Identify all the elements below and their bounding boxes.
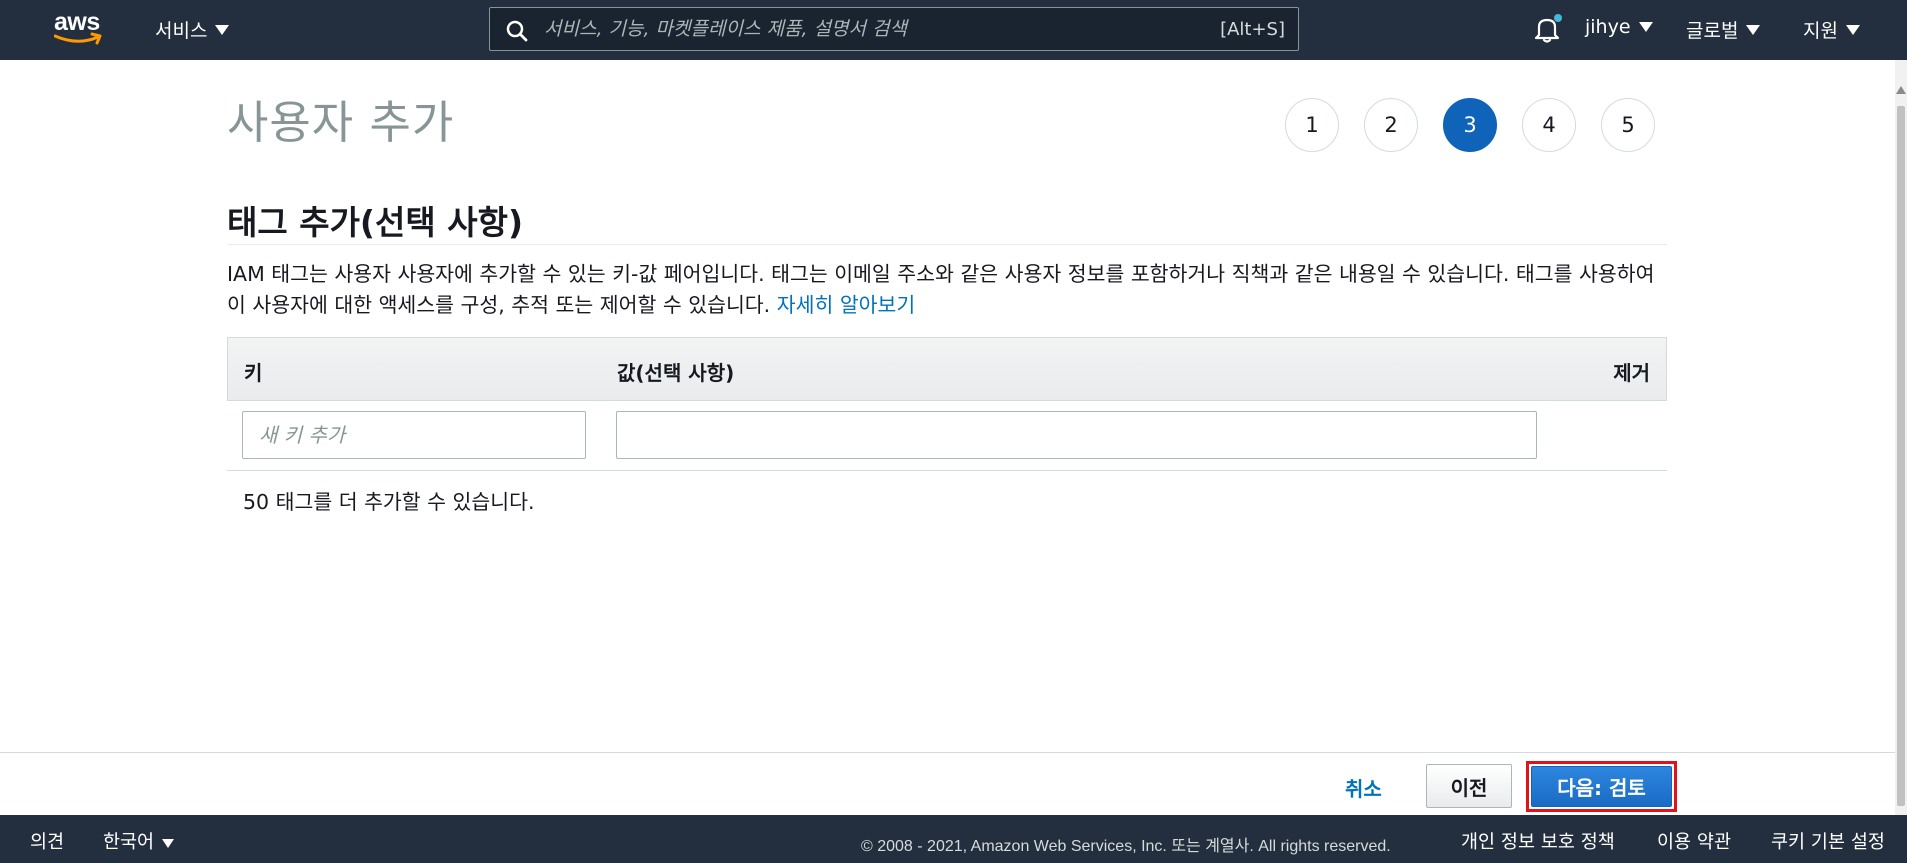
support-menu-label: 지원 xyxy=(1803,20,1838,42)
chevron-down-icon xyxy=(1638,22,1653,32)
value-input[interactable] xyxy=(616,411,1537,459)
tag-table-header: 키 값(선택 사항) 제거 xyxy=(227,337,1667,401)
page-scrollbar[interactable] xyxy=(1895,60,1907,815)
wizard-action-bar: 취소 이전 다음: 검토 xyxy=(0,752,1895,815)
aws-smile-icon xyxy=(54,32,102,45)
previous-button[interactable]: 이전 xyxy=(1426,764,1512,808)
scroll-up-icon[interactable] xyxy=(1896,86,1906,94)
tag-table: 키 값(선택 사항) 제거 xyxy=(227,337,1667,471)
page-footer: 의견 한국어 © 2008 - 2021, Amazon Web Service… xyxy=(0,815,1907,863)
chevron-down-icon xyxy=(1746,24,1761,35)
column-header-remove: 제거 xyxy=(1613,361,1650,385)
copyright-text: © 2008 - 2021, Amazon Web Services, Inc.… xyxy=(861,838,1391,855)
remaining-tags-text: 50 태그를 더 추가할 수 있습니다. xyxy=(243,490,535,514)
aws-logo[interactable]: aws xyxy=(52,8,106,46)
wizard-step-2[interactable]: 2 xyxy=(1364,98,1418,152)
chevron-down-icon xyxy=(1845,24,1860,35)
column-header-value: 값(선택 사항) xyxy=(617,361,735,385)
wizard-step-5[interactable]: 5 xyxy=(1601,98,1655,152)
cancel-button[interactable]: 취소 xyxy=(1345,773,1382,802)
section-title: 태그 추가(선택 사항) xyxy=(227,203,524,242)
services-menu-label: 서비스 xyxy=(155,20,208,42)
section-description: IAM 태그는 사용자 사용자에 추가할 수 있는 키-값 페어입니다. 태그는… xyxy=(227,259,1672,321)
top-navigation: aws 서비스 [Alt+S] jihye 글로벌 지원 xyxy=(0,0,1907,60)
feedback-link[interactable]: 의견 xyxy=(30,828,64,854)
search-shortcut-hint: [Alt+S] xyxy=(1220,19,1285,40)
page-title: 사용자 추가 xyxy=(227,96,455,149)
notification-dot xyxy=(1554,14,1562,22)
user-menu[interactable]: jihye xyxy=(1585,16,1653,38)
description-text: IAM 태그는 사용자 사용자에 추가할 수 있는 키-값 페어입니다. 태그는… xyxy=(227,262,1655,317)
user-menu-label: jihye xyxy=(1585,16,1631,38)
cookie-preferences-link[interactable]: 쿠키 기본 설정 xyxy=(1771,828,1885,854)
search-input[interactable] xyxy=(544,14,1164,44)
table-row xyxy=(227,401,1667,471)
next-button-highlight: 다음: 검토 xyxy=(1526,761,1677,812)
notifications-button[interactable] xyxy=(1532,14,1562,44)
region-menu-label: 글로벌 xyxy=(1686,20,1739,42)
support-menu[interactable]: 지원 xyxy=(1803,16,1860,43)
wizard-step-1[interactable]: 1 xyxy=(1285,98,1339,152)
new-key-input[interactable] xyxy=(242,411,586,459)
search-icon xyxy=(506,20,528,42)
chevron-down-icon xyxy=(215,24,230,35)
services-menu[interactable]: 서비스 xyxy=(155,16,230,43)
language-selector[interactable]: 한국어 xyxy=(103,828,175,854)
terms-link[interactable]: 이용 약관 xyxy=(1657,828,1731,854)
learn-more-link[interactable]: 자세히 알아보기 xyxy=(777,293,916,317)
chevron-down-icon xyxy=(162,838,175,848)
section-divider xyxy=(227,244,1667,245)
scrollbar-thumb[interactable] xyxy=(1897,106,1905,806)
wizard-step-3[interactable]: 3 xyxy=(1443,98,1497,152)
privacy-policy-link[interactable]: 개인 정보 보호 정책 xyxy=(1461,828,1615,854)
search-box[interactable]: [Alt+S] xyxy=(489,7,1299,51)
column-header-key: 키 xyxy=(244,361,263,385)
next-review-button[interactable]: 다음: 검토 xyxy=(1531,766,1672,807)
wizard-step-4[interactable]: 4 xyxy=(1522,98,1576,152)
language-label: 한국어 xyxy=(103,832,155,853)
region-menu[interactable]: 글로벌 xyxy=(1686,16,1761,43)
